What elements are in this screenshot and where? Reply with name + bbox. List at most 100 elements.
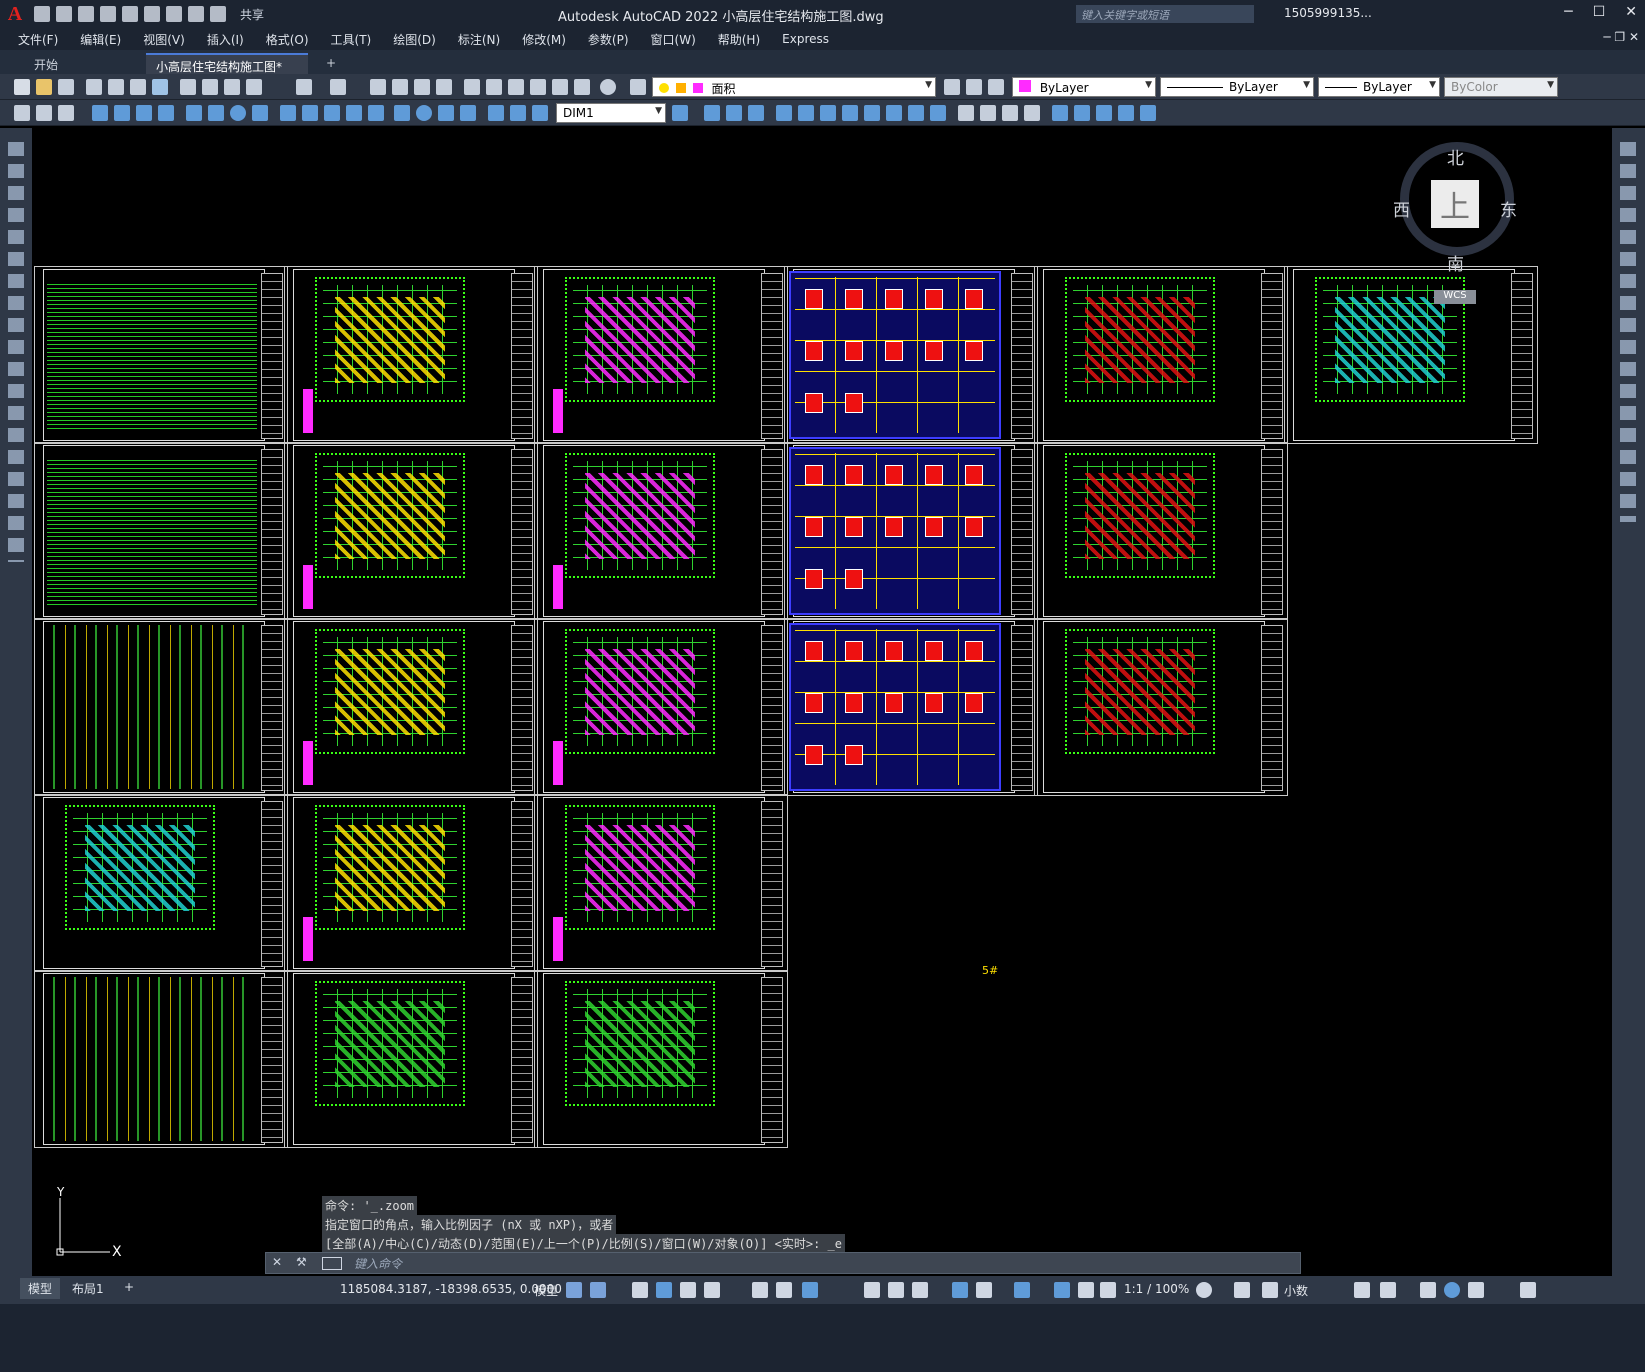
ucs-world-icon[interactable] [726,105,742,121]
menu-dimension[interactable]: 标注(N) [458,31,500,48]
diameter-icon[interactable] [230,105,246,121]
annotation-visibility-icon[interactable] [1054,1282,1070,1298]
rotate-icon[interactable] [1096,105,1112,121]
transparency-icon[interactable] [864,1282,880,1298]
linetype-dropdown[interactable]: ByLayer ▼ [1160,77,1314,97]
help-icon[interactable] [600,79,616,95]
drawing-sheet[interactable] [284,970,538,1148]
dim-edit-icon[interactable] [488,105,504,121]
layer-match-icon[interactable] [36,105,52,121]
minimize-icon[interactable]: ─ [1564,4,1572,20]
gizmo-icon[interactable] [1014,1282,1030,1298]
drawing-sheet[interactable] [534,794,788,972]
dim-style-icon[interactable] [672,105,688,121]
drawing-sheet[interactable] [284,618,538,796]
properties-icon[interactable] [464,79,480,95]
document-window-controls[interactable]: ─ ❐ ✕ [1603,30,1639,44]
match-icon[interactable] [14,105,30,121]
zoom-previous-icon[interactable] [436,79,452,95]
add-layout-button[interactable]: + [116,1278,142,1296]
close-icon[interactable]: ✕ [272,1255,282,1269]
units-value[interactable]: 小数 [1284,1282,1308,1299]
command-prompt-icon[interactable] [322,1257,342,1270]
menu-format[interactable]: 格式(O) [266,31,309,48]
ucs-y-icon[interactable] [930,105,946,121]
zoom-window-icon[interactable] [414,79,430,95]
customization-icon[interactable] [1520,1282,1536,1298]
copy-object-icon[interactable] [1074,105,1090,121]
command-line[interactable]: ✕ ⚒ 键入命令 [265,1252,1301,1274]
lock-ui-icon[interactable] [1380,1282,1396,1298]
drawing-sheet[interactable] [34,618,288,796]
baseline-icon[interactable] [302,105,318,121]
dim-space-icon[interactable] [346,105,362,121]
model-tab[interactable]: 模型 [20,1278,61,1299]
menu-window[interactable]: 窗口(W) [651,31,696,48]
quick-properties-icon[interactable] [1354,1282,1370,1298]
ucs-3point-icon[interactable] [886,105,902,121]
lineweight-dropdown[interactable]: ByLayer ▼ [1318,77,1440,97]
graphics-performance-icon[interactable] [1444,1282,1460,1298]
isodraft-icon[interactable] [752,1282,768,1298]
drawing-sheet[interactable] [1034,442,1288,620]
drawing-sheet[interactable] [784,618,1038,796]
layer-state-icon[interactable] [988,79,1004,95]
radius-icon[interactable] [186,105,202,121]
dim-text-edit-icon[interactable] [510,105,526,121]
tolerance-icon[interactable] [394,105,410,121]
paste-icon[interactable] [224,79,240,95]
ucs-x-icon[interactable] [908,105,924,121]
pan-icon[interactable] [370,79,386,95]
close-icon[interactable]: ✕ [1625,4,1637,20]
plot-icon[interactable] [166,6,182,22]
ucs-zaxis-icon[interactable] [864,105,880,121]
conceptual-icon[interactable] [1024,105,1040,121]
drawing-sheet[interactable] [534,442,788,620]
open-icon[interactable] [36,79,52,95]
publish-icon[interactable] [130,79,146,95]
ucs-previous-icon[interactable] [748,105,764,121]
search-input[interactable]: 键入关键字或短语 [1076,5,1254,23]
ucs-object-icon[interactable] [798,105,814,121]
layer-iso-icon[interactable] [58,105,74,121]
undo-icon[interactable] [296,79,312,95]
3d-dwf-icon[interactable] [152,79,168,95]
drawing-sheet[interactable] [1034,266,1288,444]
menu-tools[interactable]: 工具(T) [331,31,372,48]
viewcube-east[interactable]: 东 [1500,196,1517,221]
menu-help[interactable]: 帮助(H) [718,31,760,48]
annotation-monitor-icon[interactable] [1234,1282,1250,1298]
layer-dropdown[interactable]: 面积 ▼ [652,77,936,97]
match-properties-icon[interactable] [246,79,262,95]
copy-icon[interactable] [202,79,218,95]
color-dropdown[interactable]: ByLayer ▼ [1012,77,1156,97]
units-icon[interactable] [1262,1282,1278,1298]
wcs-menu[interactable]: WCS [1434,290,1476,304]
modify-tools-icon[interactable] [1620,142,1636,522]
dim-update-icon[interactable] [532,105,548,121]
maximize-icon[interactable]: ☐ [1593,4,1606,20]
drawing-sheet[interactable] [284,442,538,620]
sheet-set-icon[interactable] [530,79,546,95]
viewcube-west[interactable]: 西 [1393,196,1410,221]
visual-style-icon[interactable] [958,105,974,121]
object-snap-icon[interactable] [802,1282,818,1298]
isolate-objects-icon[interactable] [1420,1282,1436,1298]
aligned-dimension-icon[interactable] [114,105,130,121]
save-as-icon[interactable] [100,6,116,22]
quick-dimension-icon[interactable] [280,105,296,121]
menu-draw[interactable]: 绘图(D) [393,31,436,48]
auto-scale-icon[interactable] [1078,1282,1094,1298]
object-snap-tracking-icon[interactable] [776,1282,792,1298]
layer-previous-icon[interactable] [966,79,982,95]
drawing-sheet[interactable] [284,794,538,972]
save-web-icon[interactable] [144,6,160,22]
redo-icon[interactable] [330,79,346,95]
clean-screen-icon[interactable] [1468,1282,1484,1298]
redo-icon[interactable] [210,6,226,22]
jogged-linear-icon[interactable] [460,105,476,121]
menu-file[interactable]: 文件(F) [18,31,58,48]
drawing-sheet[interactable] [784,266,1038,444]
open-web-icon[interactable] [122,6,138,22]
drawing-sheet[interactable] [34,794,288,972]
